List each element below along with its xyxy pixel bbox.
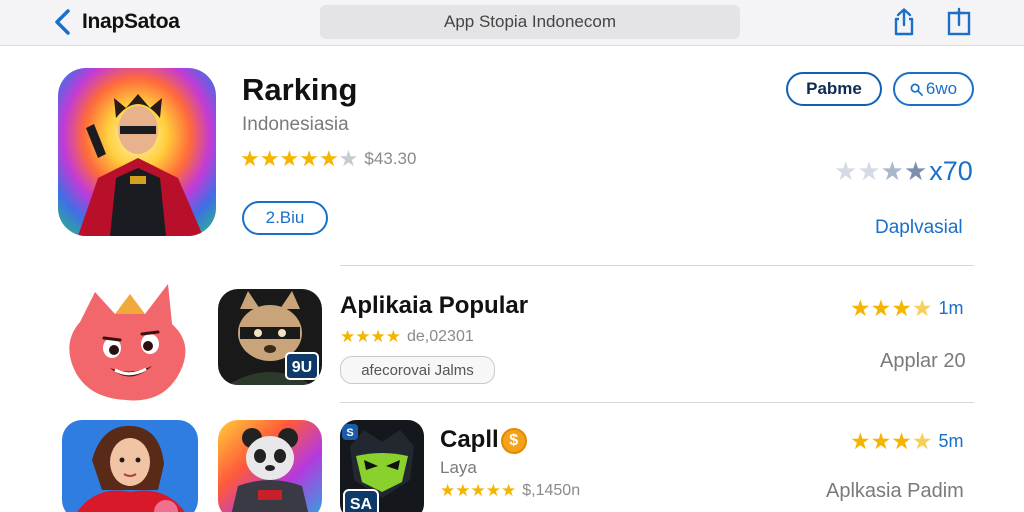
search-button-label: 6wo xyxy=(925,79,958,98)
star-icon: ★ xyxy=(834,156,858,186)
featured-app-icon[interactable] xyxy=(58,68,216,236)
primary-button[interactable]: Pabme xyxy=(786,72,882,106)
star-icon: ★ xyxy=(891,428,912,454)
star-half-icon: ★ xyxy=(911,428,933,454)
star-icon: ★ xyxy=(870,428,892,454)
app-icon-panda[interactable] xyxy=(218,420,322,512)
app-badge-small: S xyxy=(346,427,353,439)
star-icon: ★ xyxy=(240,146,260,171)
app-icon-mask[interactable]: S SA xyxy=(340,420,424,512)
star-icon: ★ xyxy=(279,146,300,171)
star-empty-icon: ★ xyxy=(338,146,359,171)
share-button[interactable] xyxy=(889,7,919,37)
divider xyxy=(340,402,974,403)
star-icon: ★ xyxy=(470,481,486,500)
row-rating-count: $,1450n xyxy=(522,482,581,499)
row-right-rating: ★ ★ ★ ★ 5m xyxy=(850,428,964,455)
share-icon xyxy=(894,8,914,36)
row-right-rating: ★ ★ ★ ★ 1m xyxy=(850,295,964,322)
app-icon-girl[interactable] xyxy=(62,420,198,512)
url-bar[interactable]: App Stopia Indonecom xyxy=(320,5,740,39)
tabs-icon xyxy=(947,7,971,36)
star-icon: ★ xyxy=(370,327,386,346)
row-tag[interactable]: afecorovai Jalms xyxy=(340,356,495,384)
star-icon: ★ xyxy=(870,295,892,321)
star-icon: ★ xyxy=(440,481,456,500)
divider xyxy=(340,265,974,266)
tabs-button[interactable] xyxy=(944,7,974,37)
panda-warrior-icon xyxy=(218,420,322,512)
star-icon: ★ xyxy=(355,327,371,346)
chevron-left-icon xyxy=(55,9,70,35)
star-icon: ★ xyxy=(485,481,501,500)
masked-hero-icon: S SA xyxy=(340,420,424,512)
row-size: 1m xyxy=(938,298,964,318)
coin-icon: $ xyxy=(500,427,527,454)
hero-character-icon xyxy=(58,68,216,236)
app-badge: SA xyxy=(350,496,373,512)
mascot-image xyxy=(60,282,196,408)
star-icon: ★ xyxy=(880,156,904,186)
app-badge: 9U xyxy=(292,359,312,376)
star-icon: ★ xyxy=(903,156,928,186)
featured-rating-count: $43.30 xyxy=(364,149,417,168)
featured-subtitle: Indonesiasia xyxy=(242,114,349,135)
featured-title: Rarking xyxy=(242,72,358,107)
raccoon-icon: 9U xyxy=(218,289,322,385)
star-icon: ★ xyxy=(857,156,881,186)
girl-character-icon xyxy=(62,420,198,512)
row-subtitle: Laya xyxy=(440,458,477,477)
row-rating: ★ ★ ★ ★ de,02301 xyxy=(340,327,474,347)
top-bar: InapSatoa App Stopia Indonecom xyxy=(0,0,1024,46)
featured-link[interactable]: Daplvasial xyxy=(875,217,963,239)
search-button[interactable]: 6wo xyxy=(893,72,974,106)
back-label: InapSatoa xyxy=(82,10,180,33)
star-half-icon: ★ xyxy=(911,295,933,321)
star-icon: ★ xyxy=(299,146,319,171)
row-title-wrap: Capll $ xyxy=(440,426,527,454)
row-title: Capll xyxy=(440,426,499,453)
row-title: Aplikaia Popular xyxy=(340,292,529,319)
star-icon: ★ xyxy=(891,295,912,321)
app-icon-raccoon[interactable]: 9U xyxy=(218,289,322,385)
featured-score-value: x70 xyxy=(929,156,973,186)
star-icon: ★ xyxy=(385,327,401,346)
row-link[interactable]: Applar 20 xyxy=(880,350,966,373)
featured-get-button[interactable]: 2.Biu xyxy=(242,201,328,235)
star-icon: ★ xyxy=(259,146,280,171)
star-icon: ★ xyxy=(455,481,471,500)
star-icon: ★ xyxy=(340,327,356,346)
row-rating: ★ ★ ★ ★ ★ $,1450n xyxy=(440,481,580,501)
star-icon: ★ xyxy=(318,146,339,171)
back-button[interactable]: InapSatoa xyxy=(52,6,192,38)
star-icon: ★ xyxy=(501,481,517,500)
star-icon: ★ xyxy=(850,428,871,454)
featured-rating: ★ ★ ★ ★ ★ ★ $43.30 xyxy=(240,146,416,172)
row-link[interactable]: Aplkasia Padim xyxy=(826,480,964,503)
search-icon xyxy=(910,83,923,96)
fox-mascot-icon xyxy=(69,284,186,401)
featured-score: ★ ★ ★ ★ x70 xyxy=(834,156,973,187)
row-rating-count: de,02301 xyxy=(407,328,474,345)
star-icon: ★ xyxy=(850,295,871,321)
row-size: 5m xyxy=(938,431,964,451)
